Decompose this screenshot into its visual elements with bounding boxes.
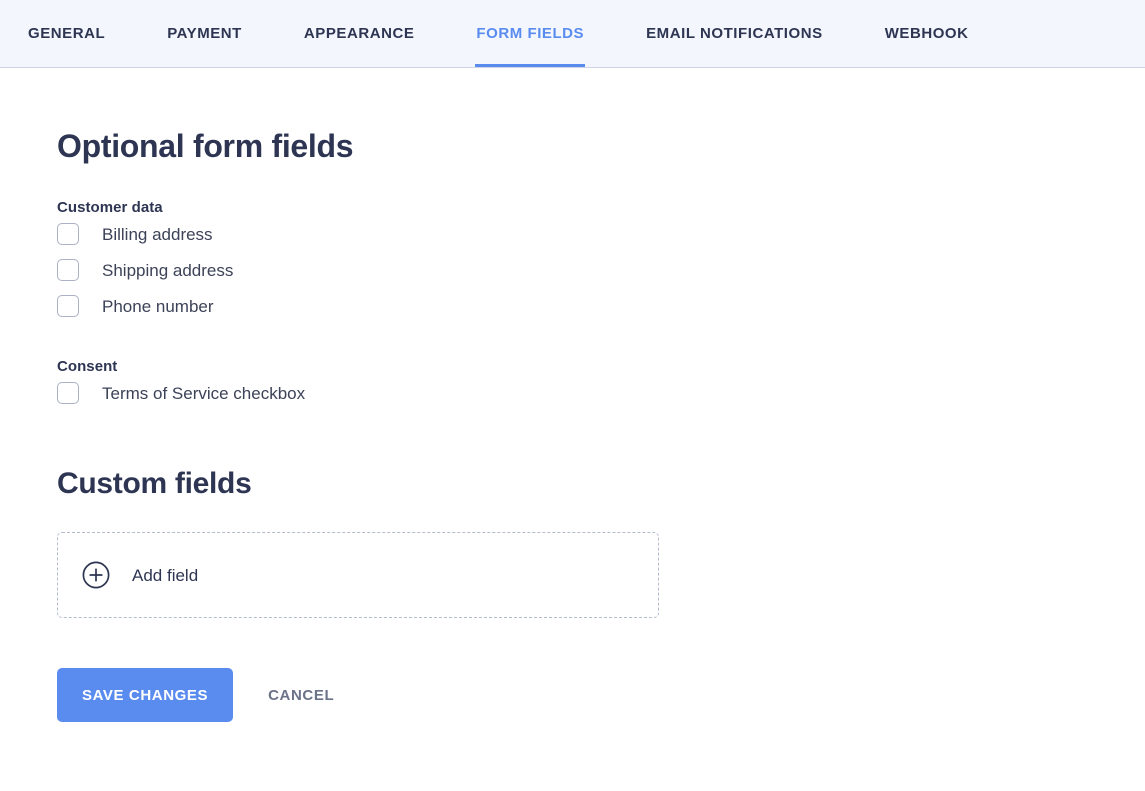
tab-form-fields-label: FORM FIELDS (476, 24, 585, 42)
form-fields-panel: Optional form fields Customer data Billi… (0, 68, 1145, 723)
add-field-button[interactable]: Add field (57, 532, 659, 619)
add-field-label: Add field (132, 565, 199, 585)
customer-data-options: Billing address Shipping address Phone n… (57, 216, 1145, 324)
option-shipping-address[interactable]: Shipping address (57, 252, 233, 288)
tab-appearance[interactable]: APPEARANCE (304, 0, 415, 67)
tab-webhook[interactable]: WEBHOOK (885, 0, 969, 67)
page-title: Optional form fields (57, 128, 354, 164)
option-shipping-address-label: Shipping address (102, 260, 234, 280)
group-label-customer-data: Customer data (57, 199, 163, 217)
option-terms-of-service-label: Terms of Service checkbox (102, 383, 306, 403)
option-billing-address[interactable]: Billing address (57, 216, 213, 252)
tab-webhook-label: WEBHOOK (884, 24, 969, 42)
tab-appearance-label: APPEARANCE (303, 24, 415, 42)
plus-circle-icon (82, 561, 110, 589)
tab-email-notifications-label: EMAIL NOTIFICATIONS (646, 24, 823, 42)
consent-options: Terms of Service checkbox (57, 375, 1145, 411)
tab-general-label: GENERAL (28, 24, 106, 42)
checkbox-shipping-address[interactable] (57, 259, 79, 282)
option-terms-of-service[interactable]: Terms of Service checkbox (57, 375, 305, 411)
tab-payment-label: PAYMENT (167, 24, 242, 42)
tab-form-fields[interactable]: FORM FIELDS (475, 0, 585, 67)
form-actions: SAVE CHANGES CANCEL (57, 668, 1145, 723)
group-label-consent: Consent (57, 358, 118, 376)
custom-fields-title: Custom fields (57, 467, 252, 501)
option-billing-address-label: Billing address (102, 224, 213, 244)
option-phone-number-label: Phone number (102, 296, 214, 316)
checkbox-phone-number[interactable] (57, 295, 79, 318)
tab-payment[interactable]: PAYMENT (167, 0, 242, 67)
tab-general[interactable]: GENERAL (28, 0, 105, 67)
cancel-button[interactable]: CANCEL (268, 668, 334, 722)
option-phone-number[interactable]: Phone number (57, 288, 214, 324)
checkbox-terms-of-service[interactable] (57, 382, 79, 405)
checkbox-billing-address[interactable] (57, 223, 79, 246)
settings-tab-bar: GENERAL PAYMENT APPEARANCE FORM FIELDS E… (0, 0, 1145, 68)
tab-email-notifications[interactable]: EMAIL NOTIFICATIONS (646, 0, 823, 67)
save-changes-button[interactable]: SAVE CHANGES (57, 668, 234, 723)
